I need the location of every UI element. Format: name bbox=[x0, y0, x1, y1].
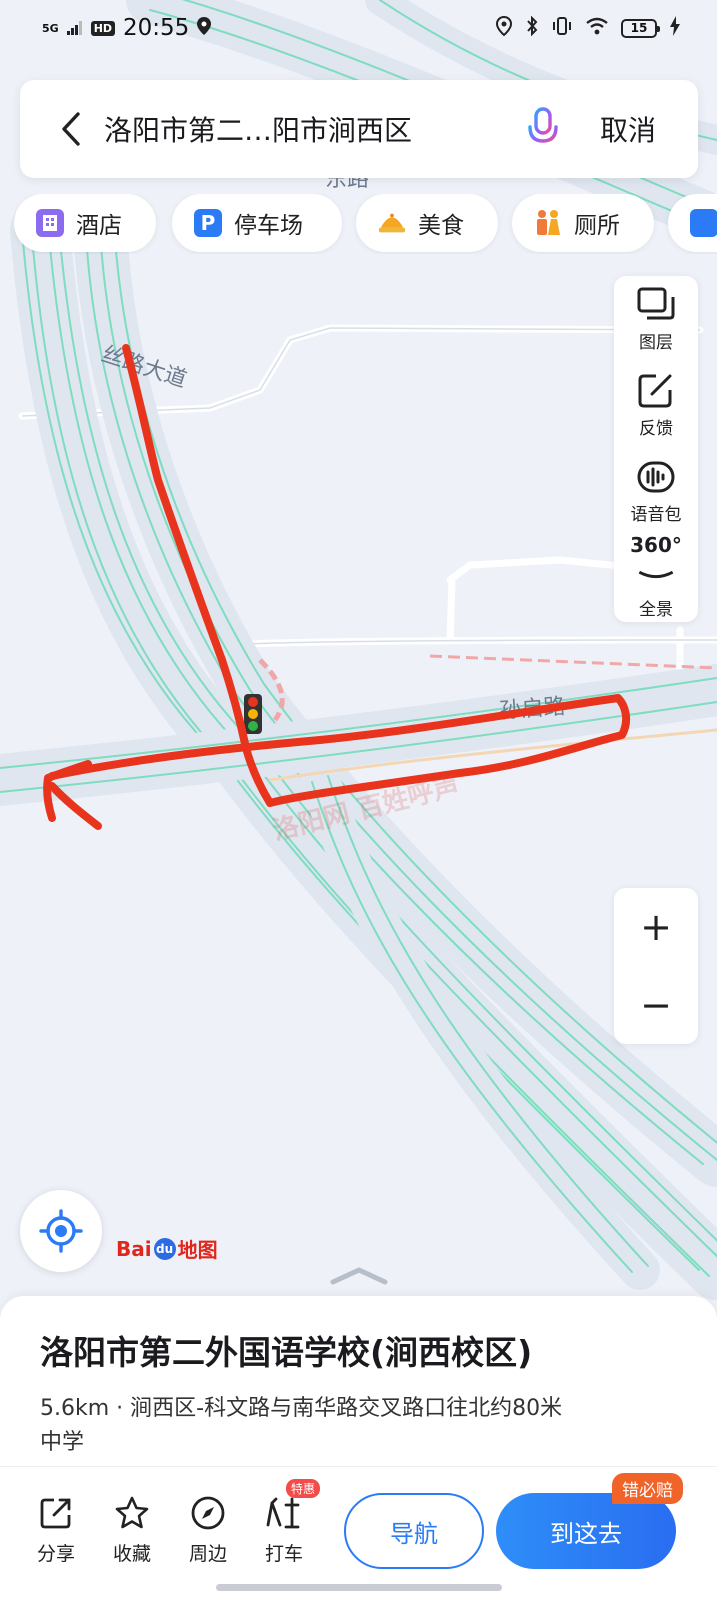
zoom-control: + − bbox=[614, 888, 698, 1044]
search-bar: 洛阳市第二…阳市涧西区 取消 bbox=[20, 80, 698, 178]
category-chips: 酒店 P 停车场 美食 厕所 bbox=[14, 194, 717, 254]
chip-food[interactable]: 美食 bbox=[356, 194, 498, 252]
paw-icon: du bbox=[153, 1237, 176, 1260]
bluetooth-icon bbox=[525, 15, 539, 41]
chevron-up-icon[interactable] bbox=[327, 1266, 391, 1286]
chip-more[interactable] bbox=[668, 194, 717, 252]
tool-label: 图层 bbox=[639, 332, 673, 353]
chip-toilet[interactable]: 厕所 bbox=[512, 194, 654, 252]
share-label: 分享 bbox=[36, 1543, 75, 1565]
feedback-button[interactable]: 反馈 bbox=[614, 362, 698, 448]
map-tool-panel: 图层 反馈 语音包 360° 全景 bbox=[614, 276, 698, 622]
navigate-button[interactable]: 导航 bbox=[344, 1493, 484, 1569]
panorama-button[interactable]: 360° 全景 bbox=[614, 534, 698, 620]
favorite-label: 收藏 bbox=[112, 1543, 151, 1565]
clock: 20:55 bbox=[123, 15, 190, 41]
compass-icon bbox=[191, 1496, 225, 1530]
status-bar: 5G HD 20:55 15 bbox=[0, 0, 717, 56]
feedback-icon bbox=[638, 374, 672, 407]
tool-label: 反馈 bbox=[639, 418, 673, 439]
go-here-button[interactable]: 到这去 bbox=[496, 1493, 676, 1569]
nearby-label: 周边 bbox=[188, 1543, 227, 1565]
voice-search-button[interactable] bbox=[508, 80, 578, 178]
favorite-button[interactable]: 收藏 bbox=[100, 1495, 164, 1566]
microphone-icon bbox=[528, 107, 558, 150]
chip-label: 停车场 bbox=[234, 213, 303, 239]
star-icon bbox=[115, 1496, 149, 1529]
layers-button[interactable]: 图层 bbox=[614, 276, 698, 362]
food-icon bbox=[378, 209, 406, 237]
poi-address: 5.6km · 涧西区-科文路与南华路交叉路口往北约80米 bbox=[40, 1396, 563, 1421]
tool-label: 全景 bbox=[639, 600, 673, 620]
hotel-icon bbox=[36, 209, 64, 237]
logo-suffix: 地图 bbox=[177, 1238, 218, 1262]
voice-pack-icon bbox=[637, 461, 675, 492]
share-icon bbox=[40, 1498, 71, 1529]
charging-icon bbox=[669, 15, 681, 41]
taxi-button[interactable]: 打车 bbox=[252, 1495, 316, 1566]
cancel-button[interactable]: 取消 bbox=[578, 109, 678, 149]
traffic-light-icon bbox=[244, 694, 262, 734]
logo-text: Bai bbox=[116, 1236, 152, 1261]
nearby-button[interactable]: 周边 bbox=[176, 1495, 240, 1566]
parking-icon: P bbox=[194, 209, 222, 237]
locate-button[interactable] bbox=[20, 1190, 102, 1272]
panorama-360-icon: 360° bbox=[630, 533, 682, 557]
hd-badge: HD bbox=[90, 20, 116, 36]
more-category-icon bbox=[690, 209, 717, 237]
zoom-in-button[interactable]: + bbox=[614, 888, 698, 966]
location-icon bbox=[197, 15, 212, 41]
chip-label: 美食 bbox=[418, 213, 464, 239]
chip-label: 酒店 bbox=[76, 213, 122, 239]
poi-title[interactable]: 洛阳市第二外国语学校(涧西校区) bbox=[40, 1326, 532, 1374]
poi-info-card: 洛阳市第二外国语学校(涧西校区) 5.6km · 涧西区-科文路与南华路交叉路口… bbox=[0, 1296, 717, 1600]
taxi-icon bbox=[266, 1497, 300, 1529]
tool-label: 语音包 bbox=[630, 504, 682, 525]
layers-icon bbox=[637, 287, 675, 319]
crosshair-icon bbox=[39, 1209, 83, 1253]
battery-indicator: 15 bbox=[621, 18, 660, 38]
panorama-arc-icon bbox=[638, 570, 674, 579]
vibrate-icon bbox=[551, 16, 573, 41]
voice-pack-button[interactable]: 语音包 bbox=[614, 448, 698, 534]
toilet-icon bbox=[534, 209, 562, 237]
taxi-label: 打车 bbox=[264, 1543, 303, 1565]
baidu-map-logo: Bai du 地图 bbox=[116, 1234, 218, 1263]
signal-icon bbox=[66, 15, 83, 41]
poi-category: 中学 bbox=[40, 1430, 85, 1455]
chip-hotel[interactable]: 酒店 bbox=[14, 194, 156, 252]
chip-parking[interactable]: P 停车场 bbox=[172, 194, 342, 252]
chevron-left-icon bbox=[62, 112, 80, 146]
back-button[interactable] bbox=[40, 80, 104, 178]
taxi-promo-badge: 特惠 bbox=[286, 1479, 321, 1498]
action-bar: 分享 收藏 周边 打车 特惠 导航 到这去 错必赔 bbox=[0, 1466, 717, 1600]
location-icon bbox=[495, 15, 513, 41]
home-indicator[interactable] bbox=[216, 1584, 502, 1591]
promo-badge: 错必赔 bbox=[612, 1473, 683, 1504]
wifi-icon bbox=[585, 17, 609, 40]
share-button[interactable]: 分享 bbox=[24, 1495, 88, 1566]
chip-label: 厕所 bbox=[574, 213, 620, 239]
search-input[interactable]: 洛阳市第二…阳市涧西区 bbox=[104, 109, 508, 149]
zoom-out-button[interactable]: − bbox=[614, 966, 698, 1044]
network-indicator: 5G bbox=[42, 21, 59, 35]
